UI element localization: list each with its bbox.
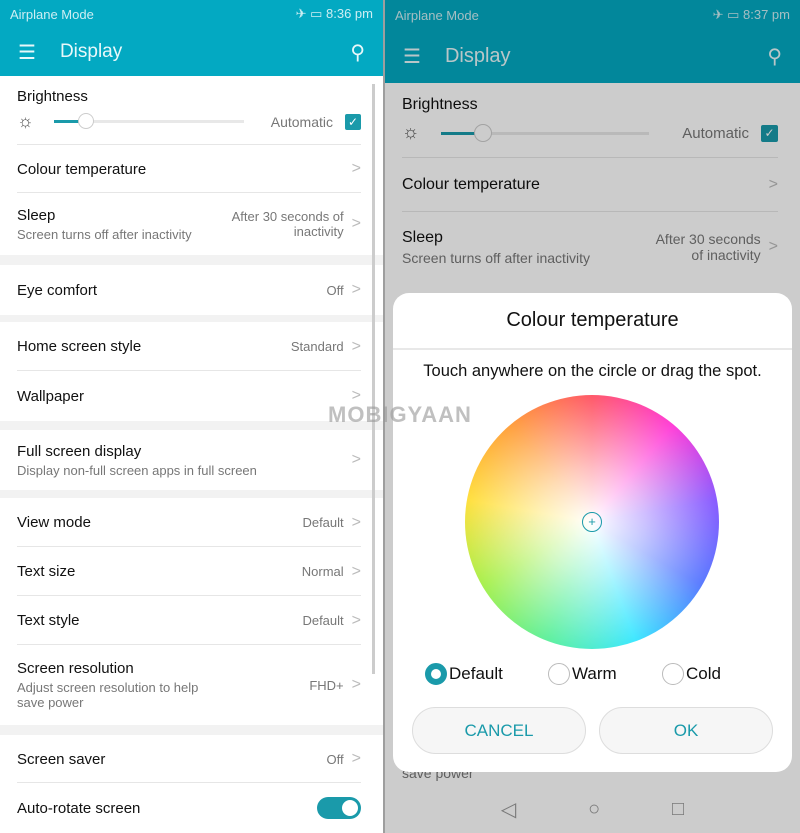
chevron-right-icon: >	[351, 676, 361, 693]
chevron-right-icon: >	[351, 281, 361, 298]
row-screen-saver[interactable]: Screen saver Off >	[0, 735, 383, 783]
brightness-row: Brightness ☼ Automatic ✓	[0, 76, 383, 145]
colour-spot-handle[interactable]: +	[582, 512, 602, 532]
row-colour-temperature[interactable]: Colour temperature >	[0, 145, 383, 193]
radio-label: Cold	[686, 664, 721, 683]
colour-temperature-dialog: Colour temperature Touch anywhere on the…	[393, 293, 792, 772]
row-label: Text size	[17, 563, 76, 580]
row-view-mode[interactable]: View mode Default >	[0, 498, 383, 547]
row-home-screen-style[interactable]: Home screen style Standard >	[0, 322, 383, 371]
row-sub: Screen turns off after inactivity	[17, 226, 192, 242]
cancel-button[interactable]: CANCEL	[412, 707, 586, 754]
dialog-hint: Touch anywhere on the circle or drag the…	[423, 362, 762, 380]
row-label: Auto-rotate screen	[17, 799, 141, 817]
row-value: Off	[326, 751, 344, 767]
radio-cold[interactable]: Cold	[662, 663, 721, 685]
row-value: Off	[326, 282, 344, 298]
automatic-checkbox[interactable]: ✓	[345, 113, 361, 130]
dialog-title: Colour temperature	[393, 293, 792, 350]
row-label: Colour temperature	[17, 160, 147, 178]
auto-rotate-toggle[interactable]	[317, 797, 361, 819]
row-label: Full screen display	[17, 442, 142, 460]
toolbar: ☰ Display ⚲	[0, 28, 383, 76]
chevron-right-icon: >	[351, 337, 361, 355]
row-eye-comfort[interactable]: Eye comfort Off >	[0, 265, 383, 315]
row-label: Eye comfort	[17, 281, 98, 299]
row-label: Text style	[17, 612, 80, 629]
row-label: Home screen style	[17, 338, 142, 355]
row-label: Wallpaper	[17, 387, 84, 405]
chevron-right-icon: >	[351, 451, 361, 468]
row-value: Normal	[301, 564, 344, 579]
menu-icon[interactable]: ☰	[18, 40, 36, 65]
carrier-text: Airplane Mode	[10, 6, 94, 22]
row-sub: Display non-full screen apps in full scr…	[17, 462, 257, 478]
battery-icon: ▭	[310, 6, 323, 21]
watermark: MOBIGYAAN	[328, 402, 472, 427]
page-title: Display	[59, 41, 123, 62]
chevron-right-icon: >	[351, 611, 361, 629]
row-label: Screen resolution	[17, 660, 134, 677]
status-bar: Airplane Mode ✈ ▭ 8:36 pm	[0, 0, 383, 28]
time-text: 8:36 pm	[326, 6, 373, 21]
row-auto-rotate-screen[interactable]: Auto-rotate screen	[0, 783, 383, 833]
automatic-label: Automatic	[270, 113, 333, 130]
row-label: Sleep	[17, 206, 56, 224]
chevron-right-icon: >	[351, 215, 361, 232]
airplane-icon: ✈	[295, 6, 307, 21]
row-value: FHD+	[309, 677, 344, 693]
left-screen: Airplane Mode ✈ ▭ 8:36 pm ☰ Display ⚲ Br…	[0, 0, 383, 833]
row-label: Screen saver	[17, 750, 106, 768]
radio-warm[interactable]: Warm	[548, 663, 617, 685]
radio-default[interactable]: Default	[425, 663, 503, 685]
row-value: Default	[302, 515, 344, 530]
radio-circle	[548, 663, 570, 685]
radio-circle	[662, 663, 684, 685]
row-wallpaper[interactable]: Wallpaper >	[0, 371, 383, 421]
row-text-size[interactable]: Text size Normal >	[0, 547, 383, 596]
colour-wheel[interactable]: +	[465, 395, 719, 649]
ok-button[interactable]: OK	[599, 707, 773, 754]
brightness-label: Brightness	[17, 88, 88, 105]
row-screen-resolution[interactable]: Screen resolution Adjust screen resolutio…	[0, 645, 383, 725]
radio-circle	[425, 663, 447, 685]
row-full-screen-display[interactable]: Full screen display Display non-full scre…	[0, 430, 383, 490]
radio-label: Warm	[572, 664, 617, 683]
chevron-right-icon: >	[351, 160, 361, 177]
row-value: Default	[302, 613, 344, 628]
row-text-style[interactable]: Text style Default >	[0, 596, 383, 645]
brightness-slider[interactable]	[53, 113, 244, 129]
sun-icon: ☼	[17, 111, 34, 131]
chevron-right-icon: >	[351, 562, 361, 580]
chevron-right-icon: >	[351, 513, 361, 531]
row-label: View mode	[17, 514, 91, 531]
scrollbar[interactable]	[372, 84, 375, 674]
row-sleep[interactable]: Sleep Screen turns off after inactivity Af…	[0, 193, 383, 255]
row-sub: Adjust screen resolution to help save po…	[17, 680, 199, 710]
row-value: After 30 seconds of inactivity	[231, 209, 344, 239]
radio-label: Default	[449, 664, 503, 683]
chevron-right-icon: >	[351, 750, 361, 767]
row-value: Standard	[290, 339, 344, 354]
search-icon[interactable]: ⚲	[350, 40, 365, 65]
